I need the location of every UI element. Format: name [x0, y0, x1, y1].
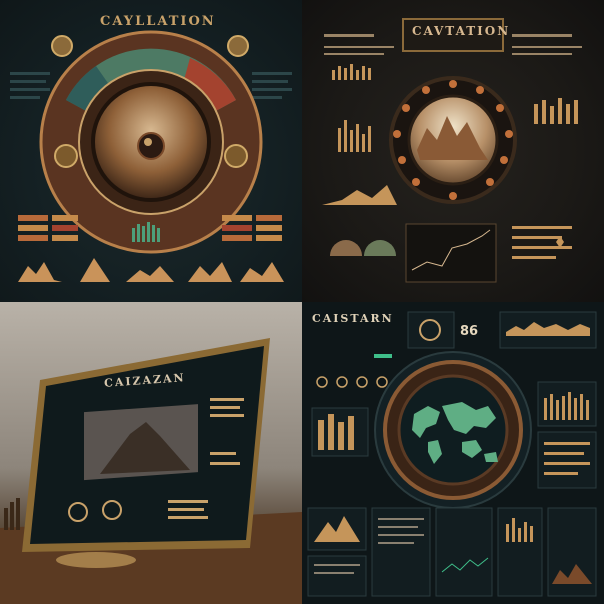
dashboard-graphic	[307, 311, 597, 597]
monitor-graphic	[0, 338, 302, 604]
panel-bottom-left: CAIZAZAN	[0, 302, 302, 604]
dial-icon	[336, 376, 348, 388]
panel-top-right: CAVTATION	[302, 0, 604, 302]
dial-icon	[356, 376, 368, 388]
dial-icon	[224, 144, 248, 168]
dial-icon	[54, 144, 78, 168]
panel-bottom-right: CAISTARN 86	[302, 302, 604, 604]
dial-icon	[316, 376, 328, 388]
panel-top-left: CAYLLATION	[0, 0, 302, 302]
dashboard-graphic	[322, 34, 582, 283]
medallion-icon	[51, 35, 73, 57]
dashboard-graphic	[10, 30, 292, 282]
dial-icon	[376, 376, 388, 388]
medallion-icon	[227, 35, 249, 57]
core-orb-icon	[137, 132, 165, 160]
